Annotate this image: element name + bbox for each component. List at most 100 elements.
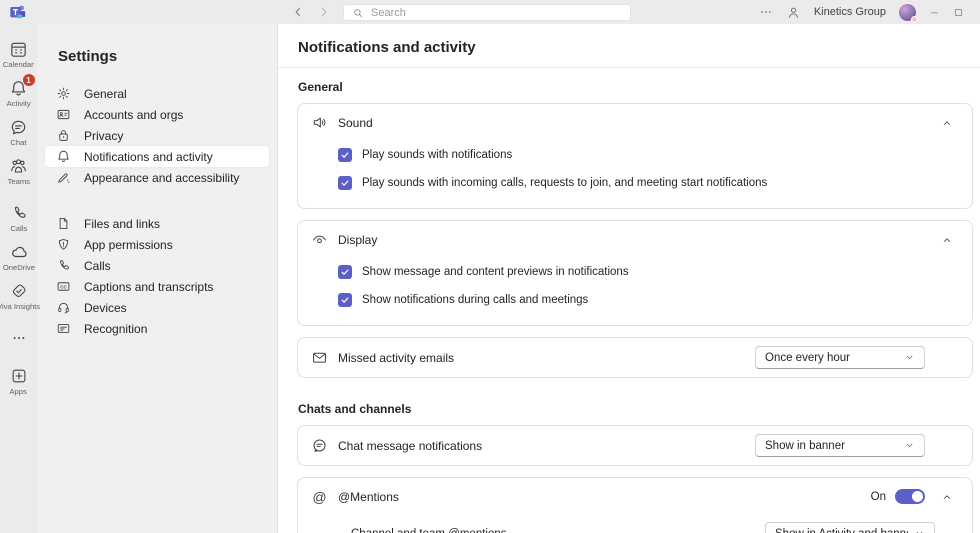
lock-icon xyxy=(55,128,71,144)
play-sounds-notifications-row: Play sounds with notifications xyxy=(298,141,972,169)
speaker-icon xyxy=(311,114,328,131)
closed-captions-icon: CC xyxy=(55,279,71,295)
rail-item-teams[interactable]: Teams xyxy=(0,152,37,191)
shield-icon xyxy=(55,237,71,253)
settings-sidebar: Settings General Accounts and orgs xyxy=(37,24,278,533)
show-previews-row: Show message and content previews in not… xyxy=(298,258,972,286)
search-input[interactable] xyxy=(371,7,622,19)
id-card-icon xyxy=(55,107,71,123)
chat-bubble-icon xyxy=(311,437,328,454)
sound-card-title: Sound xyxy=(338,116,925,130)
page-title: Notifications and activity xyxy=(298,39,960,56)
at-mention-icon: @ xyxy=(311,488,328,505)
presence-status-dot xyxy=(911,16,918,23)
sidebar-item-calls[interactable]: Calls xyxy=(45,255,269,276)
mentions-card-title: @Mentions xyxy=(338,490,861,504)
teams-people-icon xyxy=(9,156,29,176)
settings-title: Settings xyxy=(37,42,277,83)
document-icon xyxy=(55,216,71,232)
play-sounds-calls-row: Play sounds with incoming calls, request… xyxy=(298,169,972,197)
mentions-toggle-state: On xyxy=(871,491,886,503)
section-heading-general: General xyxy=(298,80,973,94)
rail-item-onedrive[interactable]: OneDrive xyxy=(0,238,37,277)
sidebar-item-notifications-and-activity[interactable]: Notifications and activity xyxy=(45,146,269,167)
sidebar-item-general[interactable]: General xyxy=(45,83,269,104)
more-options-icon[interactable] xyxy=(759,5,773,19)
sidebar-item-accounts-and-orgs[interactable]: Accounts and orgs xyxy=(45,104,269,125)
play-sounds-calls-checkbox[interactable] xyxy=(338,176,352,190)
display-card-title: Display xyxy=(338,233,925,247)
mentions-collapse-button[interactable] xyxy=(935,485,959,509)
onedrive-cloud-icon xyxy=(9,242,29,262)
gear-icon xyxy=(55,86,71,102)
search-bar[interactable] xyxy=(343,4,631,21)
pen-icon xyxy=(55,170,71,186)
settings-scroll-area[interactable]: General Sound xyxy=(278,68,980,533)
rail-item-apps[interactable]: Apps xyxy=(0,362,37,401)
people-icon[interactable] xyxy=(786,5,801,20)
section-heading-chats: Chats and channels xyxy=(298,402,973,416)
nav-forward-button[interactable] xyxy=(316,4,332,20)
account-name[interactable]: Kinetics Group xyxy=(814,6,886,18)
rail-item-calendar[interactable]: Calendar xyxy=(0,35,37,74)
viva-insights-icon xyxy=(9,281,29,301)
show-during-calls-row: Show notifications during calls and meet… xyxy=(298,286,972,314)
titlebar: Kinetics Group xyxy=(0,0,980,24)
activity-badge: 1 xyxy=(23,74,35,86)
sidebar-item-captions-and-transcripts[interactable]: CC Captions and transcripts xyxy=(45,276,269,297)
rail-item-calls[interactable]: Calls xyxy=(0,199,37,238)
activity-bell-icon: 1 xyxy=(9,78,29,98)
display-card-header[interactable]: Display xyxy=(298,221,972,258)
chat-message-notifications-title: Chat message notifications xyxy=(338,439,745,453)
nav-back-button[interactable] xyxy=(290,4,306,20)
envelope-icon xyxy=(311,349,328,366)
channel-team-mentions-dropdown[interactable]: Show in Activity and banner xyxy=(765,522,935,533)
sound-card-header[interactable]: Sound xyxy=(298,104,972,141)
chat-message-notifications-card: Chat message notifications Show in banne… xyxy=(297,425,973,466)
maximize-button[interactable] xyxy=(953,7,964,18)
sound-collapse-button[interactable] xyxy=(935,111,959,135)
settings-content: Notifications and activity General Sound xyxy=(278,24,980,533)
apps-icon xyxy=(9,366,29,386)
mentions-card: @ @Mentions On Channel and team @mention… xyxy=(297,477,973,533)
search-icon xyxy=(352,7,364,19)
sidebar-item-devices[interactable]: Devices xyxy=(45,297,269,318)
sidebar-item-files-and-links[interactable]: Files and links xyxy=(45,213,269,234)
sidebar-item-privacy[interactable]: Privacy xyxy=(45,125,269,146)
mentions-card-header[interactable]: @ @Mentions On xyxy=(298,478,972,515)
show-during-calls-checkbox[interactable] xyxy=(338,293,352,307)
minimize-button[interactable] xyxy=(929,7,940,18)
display-card: Display Show message and content preview… xyxy=(297,220,973,326)
eye-icon xyxy=(311,231,328,248)
sidebar-item-recognition[interactable]: Recognition xyxy=(45,318,269,339)
chevron-down-icon xyxy=(904,440,915,451)
mentions-toggle[interactable] xyxy=(895,489,925,504)
sidebar-item-app-permissions[interactable]: App permissions xyxy=(45,234,269,255)
rail-item-activity[interactable]: 1 Activity xyxy=(0,74,37,113)
teams-logo xyxy=(9,3,27,21)
more-apps-icon xyxy=(9,328,29,348)
missed-activity-emails-title: Missed activity emails xyxy=(338,351,745,365)
bell-icon xyxy=(55,149,71,165)
rail-item-chat[interactable]: Chat xyxy=(0,113,37,152)
avatar[interactable] xyxy=(899,4,916,21)
chat-icon xyxy=(9,117,29,137)
channel-team-mentions-row: Channel and team @mentions Show in Activ… xyxy=(298,515,972,533)
chevron-down-icon xyxy=(904,352,915,363)
headset-icon xyxy=(55,300,71,316)
calendar-icon xyxy=(9,39,29,59)
sound-card: Sound Play sounds with notifications xyxy=(297,103,973,209)
sidebar-item-appearance-and-accessibility[interactable]: Appearance and accessibility xyxy=(45,167,269,188)
missed-activity-emails-dropdown[interactable]: Once every hour xyxy=(755,346,925,369)
phone-icon xyxy=(55,258,71,274)
svg-text:CC: CC xyxy=(60,284,67,289)
app-rail: Calendar 1 Activity Chat Teams xyxy=(0,24,37,533)
chevron-down-icon xyxy=(914,528,925,533)
chat-message-notifications-dropdown[interactable]: Show in banner xyxy=(755,434,925,457)
display-collapse-button[interactable] xyxy=(935,228,959,252)
play-sounds-notifications-checkbox[interactable] xyxy=(338,148,352,162)
rail-item-viva-insights[interactable]: Viva Insights xyxy=(0,277,37,316)
show-previews-checkbox[interactable] xyxy=(338,265,352,279)
calls-phone-icon xyxy=(9,203,29,223)
rail-item-more[interactable] xyxy=(0,324,37,354)
